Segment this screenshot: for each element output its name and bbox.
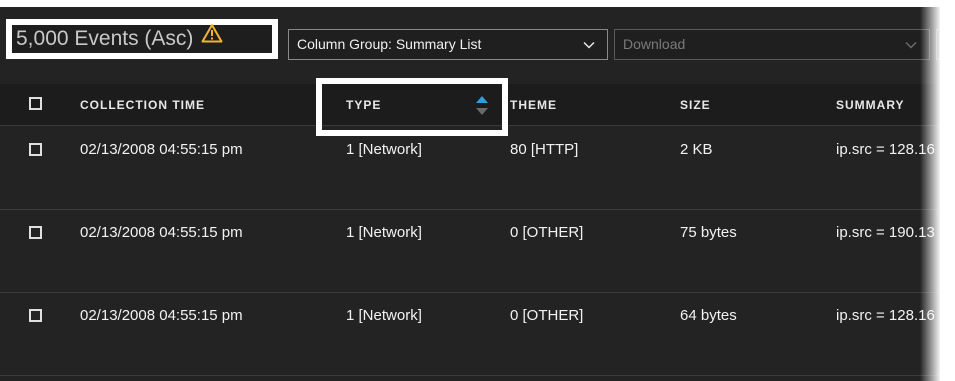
events-panel: 5,000 Events (Asc) Column Group: Summary… — [0, 7, 940, 381]
truncated-control[interactable] — [936, 29, 940, 60]
header-theme[interactable]: THEME — [510, 84, 557, 126]
cell-type: 1 [Network] — [346, 224, 422, 241]
select-all-checkbox[interactable] — [29, 97, 42, 110]
row-checkbox[interactable] — [29, 143, 42, 156]
cell-size: 75 bytes — [680, 224, 737, 241]
column-group-select[interactable]: Column Group: Summary List — [288, 29, 608, 60]
row-checkbox[interactable] — [29, 309, 42, 322]
chevron-down-icon — [583, 30, 595, 59]
table-row[interactable]: 02/13/2008 04:55:15 pm 1 [Network] 80 [H… — [0, 127, 940, 210]
cell-theme: 0 [OTHER] — [510, 224, 584, 241]
toolbar: 5,000 Events (Asc) Column Group: Summary… — [0, 7, 940, 84]
events-count-label: 5,000 Events (Asc) — [16, 27, 194, 50]
header-collection-time[interactable]: COLLECTION TIME — [80, 84, 205, 126]
cell-theme: 80 [HTTP] — [510, 141, 579, 158]
cell-summary: ip.src = 190.13 — [836, 224, 935, 241]
warning-icon[interactable] — [201, 23, 223, 51]
table-row[interactable]: 02/13/2008 04:55:15 pm 1 [Network] 0 [OT… — [0, 293, 940, 376]
column-group-value: Column Group: Summary List — [297, 36, 482, 52]
row-checkbox[interactable] — [29, 226, 42, 239]
cell-collection-time: 02/13/2008 04:55:15 pm — [80, 141, 243, 158]
download-placeholder: Download — [623, 36, 686, 52]
cell-summary: ip.src = 128.16 — [836, 307, 935, 324]
cell-collection-time: 02/13/2008 04:55:15 pm — [80, 307, 243, 324]
cell-type: 1 [Network] — [346, 141, 422, 158]
table-row[interactable]: 02/13/2008 04:55:15 pm 1 [Network] 0 [OT… — [0, 210, 940, 293]
cell-summary: ip.src = 128.16 — [836, 141, 935, 158]
cell-type: 1 [Network] — [346, 307, 422, 324]
top-margin — [0, 0, 955, 7]
chevron-down-icon — [905, 30, 917, 59]
cell-size: 64 bytes — [680, 307, 737, 324]
cell-theme: 0 [OTHER] — [510, 307, 584, 324]
header-size[interactable]: SIZE — [680, 84, 711, 126]
download-select[interactable]: Download — [614, 29, 930, 60]
header-summary[interactable]: SUMMARY — [836, 84, 905, 126]
cell-collection-time: 02/13/2008 04:55:15 pm — [80, 224, 243, 241]
events-count-title: 5,000 Events (Asc) — [6, 19, 278, 59]
cell-size: 2 KB — [680, 141, 713, 158]
